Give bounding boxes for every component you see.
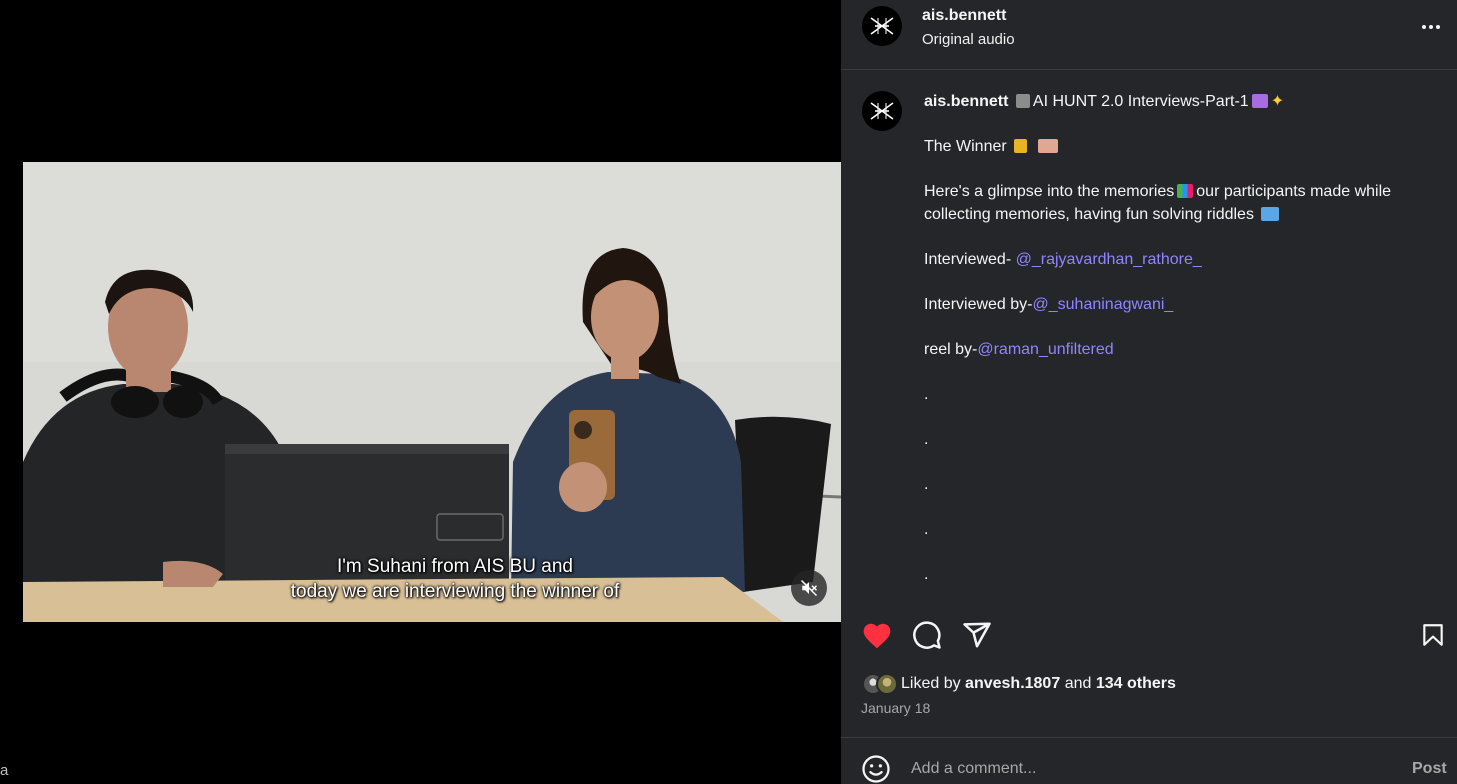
- caption-dot: .: [924, 520, 929, 538]
- caption-interviewed-by-prefix: Interviewed by-: [924, 295, 1033, 313]
- more-options-button[interactable]: [1417, 16, 1445, 38]
- ellipsis-dot: [1436, 25, 1440, 29]
- caption-winner-line: The Winner: [924, 136, 1434, 159]
- likes-prefix: Liked by: [901, 675, 961, 692]
- caption-author-username[interactable]: ais.bennett: [924, 93, 1008, 110]
- caption-dot: .: [924, 475, 929, 493]
- raising-hands-icon: [1037, 139, 1058, 153]
- post-header: ais.bennett Original audio: [841, 0, 1457, 70]
- caption-interviewed-prefix: Interviewed-: [924, 250, 1012, 268]
- post-date[interactable]: January 18: [861, 700, 930, 716]
- caption-author-avatar[interactable]: [862, 91, 902, 131]
- books-icon: [1177, 184, 1194, 198]
- caption-text: ais.bennett AI HUNT 2.0 Interviews-Part-…: [924, 91, 1434, 586]
- likes-summary: Liked by anvesh.1807 and 134 others: [862, 672, 1176, 696]
- caption-interviewed-line: Interviewed- @_rajyavardhan_rathore_: [924, 249, 1434, 272]
- post-comment-button[interactable]: Post: [1412, 760, 1447, 778]
- comment-input[interactable]: [911, 754, 1381, 784]
- smiley-icon: [862, 755, 890, 783]
- sparkles-icon: ✦: [1270, 93, 1285, 110]
- mention-link[interactable]: @_rajyavardhan_rathore_: [1016, 251, 1202, 268]
- caption-title-line: ais.bennett AI HUNT 2.0 Interviews-Part-…: [924, 91, 1434, 114]
- speech-bubble-icon: [913, 621, 941, 649]
- save-button[interactable]: [1416, 618, 1450, 652]
- video-frame-image: [23, 162, 841, 622]
- caption-interviewed-by-line: Interviewed by-@_suhaninagwani_: [924, 294, 1434, 317]
- emoji-picker-button[interactable]: [861, 754, 891, 784]
- laptop-icon: [1261, 206, 1280, 221]
- comment-button[interactable]: [910, 618, 944, 652]
- trophy-icon: [1014, 139, 1028, 153]
- liker-avatar[interactable]: [876, 673, 898, 695]
- speaker-muted-icon: [800, 579, 818, 597]
- heart-filled-icon: [863, 623, 891, 649]
- caption-dot: .: [924, 385, 929, 403]
- caption-title: AI HUNT 2.0 Interviews-Part-1: [1032, 93, 1249, 110]
- caption-reel-by-prefix: reel by-: [924, 340, 978, 358]
- post-sidebar: ais.bennett Original audio ais.bennett A…: [841, 0, 1457, 784]
- paper-plane-icon: [963, 622, 991, 648]
- brand-logo-icon: [870, 102, 894, 120]
- caption-winner-text: The Winner: [924, 138, 1007, 155]
- video-player[interactable]: I'm Suhani from AIS BU and today we are …: [23, 162, 841, 622]
- mute-toggle-button[interactable]: [791, 570, 827, 606]
- bookmark-icon: [1423, 624, 1443, 646]
- caption-glimpse-line: Here's a glimpse into the memories our pa…: [924, 181, 1434, 226]
- post-action-bar: [841, 618, 1457, 656]
- caption-reel-by-line: reel by-@raman_unfiltered: [924, 339, 1434, 362]
- share-button[interactable]: [960, 618, 994, 652]
- corner-text: a: [0, 762, 9, 779]
- likes-conjunction: and: [1064, 675, 1092, 692]
- caption-dot: .: [924, 565, 929, 583]
- mention-link[interactable]: @_suhaninagwani_: [1033, 296, 1174, 313]
- likes-text[interactable]: Liked by anvesh.1807 and 134 others: [901, 675, 1176, 693]
- caption-glimpse-text-1: Here's a glimpse into the memories: [924, 183, 1175, 200]
- likes-others-count[interactable]: 134 others: [1096, 675, 1176, 692]
- comment-bar: Post: [841, 737, 1457, 784]
- reel-viewer: I'm Suhani from AIS BU and today we are …: [0, 0, 841, 784]
- clapper-board-icon: [1251, 94, 1268, 108]
- original-audio-link[interactable]: Original audio: [922, 31, 1015, 48]
- ellipsis-dot: [1429, 25, 1433, 29]
- mention-link[interactable]: @raman_unfiltered: [977, 341, 1113, 358]
- video-subtitle-line-2: today we are interviewing the winner of: [290, 581, 620, 602]
- caption-dot: .: [924, 430, 929, 448]
- profile-avatar[interactable]: [862, 6, 902, 46]
- brand-logo-icon: [870, 17, 894, 35]
- post-author-username[interactable]: ais.bennett: [922, 7, 1006, 25]
- ellipsis-icon: [1422, 25, 1426, 29]
- top-liker-username[interactable]: anvesh.1807: [965, 675, 1060, 692]
- film-projector-icon: [1015, 94, 1030, 108]
- like-button[interactable]: [860, 618, 894, 652]
- caption-scroll-area[interactable]: ais.bennett AI HUNT 2.0 Interviews-Part-…: [841, 71, 1457, 601]
- video-subtitle-line-1: I'm Suhani from AIS BU and: [337, 556, 573, 577]
